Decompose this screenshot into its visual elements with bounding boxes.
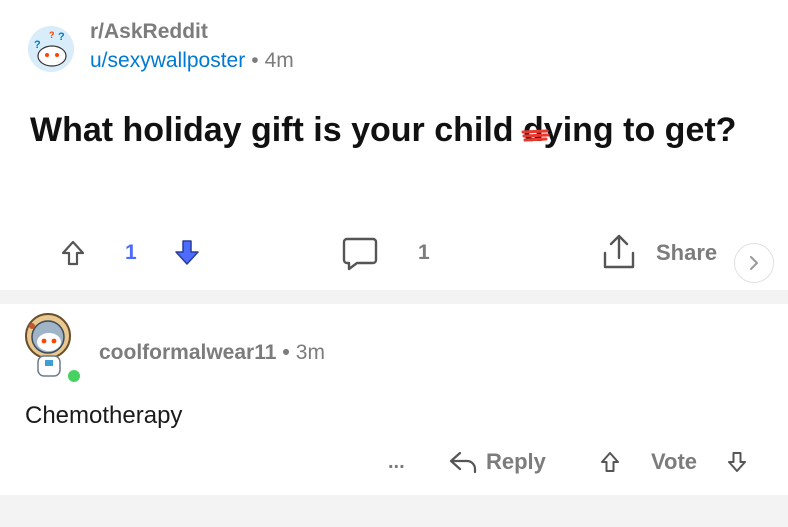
comment-body: Chemotherapy xyxy=(25,402,183,429)
reddit-post-screen: ? ? ? r/AskReddit u/sexywallposter • 4m Wh… xyxy=(0,0,788,527)
online-status-indicator xyxy=(66,368,82,384)
title-text-start: What holiday gift is your child xyxy=(30,111,524,149)
comment-downvote-button[interactable] xyxy=(726,440,748,484)
bottom-divider xyxy=(0,495,788,527)
reply-label: Reply xyxy=(486,449,546,474)
vote-count: 1 xyxy=(125,228,137,278)
vote-count-value: 1 xyxy=(125,241,137,264)
comment-time: 3m xyxy=(295,341,325,364)
speech-bubble-icon xyxy=(342,237,378,271)
reply-button[interactable]: Reply xyxy=(448,440,546,484)
post-action-bar: 1 1 Share xyxy=(0,228,788,278)
downvote-button[interactable] xyxy=(173,228,201,278)
upvote-button[interactable] xyxy=(60,228,86,278)
vote-label: Vote xyxy=(651,449,698,474)
upvote-arrow-icon xyxy=(601,452,619,472)
comments-button[interactable] xyxy=(341,228,379,278)
struck-word: dying xyxy=(521,108,614,152)
share-button[interactable]: Share xyxy=(600,228,717,278)
subreddit-avatar[interactable]: ? ? ? xyxy=(28,26,74,72)
meta-separator: • xyxy=(251,49,259,72)
more-options-button[interactable]: ... xyxy=(388,440,405,484)
reply-arrow-icon xyxy=(449,451,477,474)
red-strikethrough-scribble xyxy=(521,129,550,142)
post-author[interactable]: u/sexywallposter xyxy=(90,49,245,72)
more-options-icon: ... xyxy=(388,450,405,473)
upvote-arrow-icon xyxy=(61,240,85,266)
commenter-username[interactable]: coolformalwear11 xyxy=(99,341,276,364)
subreddit-name[interactable]: r/AskReddit xyxy=(90,20,208,44)
downvote-arrow-icon xyxy=(728,452,746,472)
comment-vote-label: Vote xyxy=(651,440,697,484)
share-upload-icon xyxy=(603,234,635,269)
share-label: Share xyxy=(656,240,718,265)
comment-meta-separator: • xyxy=(282,341,290,364)
comment-meta: coolformalwear11 • 3m xyxy=(99,341,325,365)
scroll-right-button[interactable] xyxy=(734,243,774,283)
post-time: 4m xyxy=(264,49,294,72)
chevron-right-icon xyxy=(750,256,758,270)
section-divider xyxy=(0,290,788,304)
svg-text:?: ? xyxy=(34,39,41,51)
svg-text:?: ? xyxy=(58,31,65,43)
post-title[interactable]: What holiday gift is your child dying to… xyxy=(30,108,750,152)
comment-count: 1 xyxy=(418,228,430,278)
post-meta: u/sexywallposter • 4m xyxy=(90,49,294,73)
svg-text:?: ? xyxy=(49,30,55,40)
askreddit-snoo-icon: ? ? ? xyxy=(28,26,74,72)
title-text-end: to get? xyxy=(613,111,737,149)
comment-count-value: 1 xyxy=(418,241,430,264)
comment-action-bar: ... Reply Vote xyxy=(0,440,788,484)
downvote-arrow-icon xyxy=(175,240,199,265)
comment-upvote-button[interactable] xyxy=(599,440,621,484)
